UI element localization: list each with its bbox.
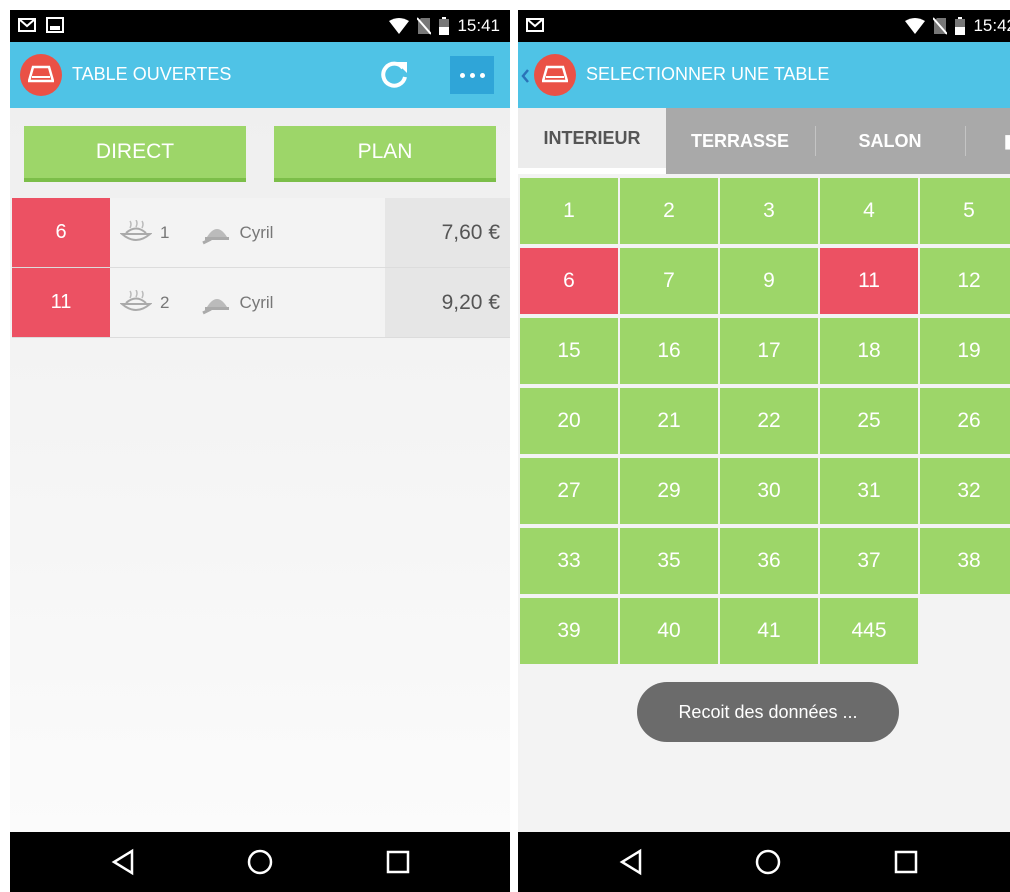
order-row[interactable]: 11 2 Cyril 9,20 € bbox=[12, 268, 510, 338]
table-cell[interactable]: 4 bbox=[820, 178, 918, 244]
table-cell[interactable]: 32 bbox=[920, 458, 1010, 524]
tab-divider bbox=[965, 126, 966, 156]
table-cell[interactable]: 31 bbox=[820, 458, 918, 524]
table-cell[interactable]: 26 bbox=[920, 388, 1010, 454]
order-row[interactable]: 6 1 Cyril 7,60 € bbox=[12, 198, 510, 268]
status-bar: 15:42 bbox=[518, 10, 1010, 42]
table-cell[interactable]: 18 bbox=[820, 318, 918, 384]
table-cell[interactable]: 29 bbox=[620, 458, 718, 524]
no-sim-icon bbox=[933, 17, 948, 35]
open-tables-content: DIRECT PLAN 6 1 Cyril 7,60 € 11 2 Cyril … bbox=[10, 108, 510, 832]
cloche-icon bbox=[202, 298, 230, 314]
refresh-button[interactable] bbox=[377, 58, 411, 92]
phone-screen-select-table: 15:42 SELECTIONNER UNE TABLE INTERIEUR T… bbox=[518, 10, 1010, 892]
page-title: SELECTIONNER UNE TABLE bbox=[586, 64, 830, 84]
table-cell[interactable]: 35 bbox=[620, 528, 718, 594]
table-cell[interactable]: 39 bbox=[520, 598, 618, 664]
status-time: 15:42 bbox=[973, 16, 1010, 35]
home-nav-icon[interactable] bbox=[752, 846, 784, 878]
order-table-number: 11 bbox=[12, 268, 110, 337]
order-waiter: Cyril bbox=[239, 222, 274, 242]
order-price: 9,20 € bbox=[385, 268, 510, 337]
image-icon bbox=[46, 17, 64, 33]
page-title: TABLE OUVERTES bbox=[72, 64, 232, 84]
system-nav-bar bbox=[518, 832, 1010, 892]
more-dots-icon[interactable] bbox=[450, 56, 494, 94]
order-details: 1 Cyril bbox=[110, 198, 385, 267]
tab-more-partial[interactable]: ▮ bbox=[1004, 108, 1010, 174]
wifi-icon bbox=[389, 18, 410, 34]
battery-icon bbox=[955, 17, 966, 35]
battery-icon bbox=[439, 17, 450, 35]
no-sim-icon bbox=[417, 17, 432, 35]
wifi-icon bbox=[905, 18, 926, 34]
table-cell[interactable]: 12 bbox=[920, 248, 1010, 314]
tab-salon[interactable]: SALON bbox=[816, 108, 964, 174]
open-orders-list: 6 1 Cyril 7,60 € 11 2 Cyril 9,20 € bbox=[12, 198, 510, 338]
status-bar: 15:41 bbox=[10, 10, 510, 42]
tablet-logo-icon[interactable] bbox=[534, 54, 576, 96]
table-cell[interactable]: 17 bbox=[720, 318, 818, 384]
table-cell[interactable]: 6 bbox=[520, 248, 618, 314]
tab-interieur[interactable]: INTERIEUR bbox=[518, 108, 666, 174]
table-cell[interactable]: 15 bbox=[520, 318, 618, 384]
table-cell[interactable]: 21 bbox=[620, 388, 718, 454]
order-covers: 1 bbox=[160, 222, 170, 242]
direct-button[interactable]: DIRECT bbox=[24, 126, 246, 182]
recents-nav-icon[interactable] bbox=[890, 846, 922, 878]
table-cell[interactable]: 20 bbox=[520, 388, 618, 454]
table-cell[interactable]: 33 bbox=[520, 528, 618, 594]
order-table-number: 6 bbox=[12, 198, 110, 267]
gmail-icon bbox=[18, 18, 36, 32]
tab-terrasse[interactable]: TERRASSE bbox=[666, 108, 814, 174]
table-cell[interactable]: 30 bbox=[720, 458, 818, 524]
table-grid: 1 2 3 4 5 6 7 9 11 12 15 16 17 18 19 20 21 22 25 26 27 29 30 31… bbox=[518, 174, 1010, 832]
table-cell[interactable]: 38 bbox=[920, 528, 1010, 594]
table-cell[interactable]: 11 bbox=[820, 248, 918, 314]
table-cell[interactable]: 2 bbox=[620, 178, 718, 244]
plate-icon bbox=[120, 219, 152, 241]
home-nav-icon[interactable] bbox=[244, 846, 276, 878]
table-cell[interactable]: 19 bbox=[920, 318, 1010, 384]
app-bar: SELECTIONNER UNE TABLE bbox=[518, 42, 1010, 108]
system-nav-bar bbox=[10, 832, 510, 892]
gmail-icon bbox=[526, 18, 544, 32]
table-cell[interactable]: 1 bbox=[520, 178, 618, 244]
table-cell[interactable]: 22 bbox=[720, 388, 818, 454]
table-cell[interactable]: 16 bbox=[620, 318, 718, 384]
cloche-icon bbox=[202, 228, 230, 244]
plan-button[interactable]: PLAN bbox=[274, 126, 496, 182]
back-nav-icon[interactable] bbox=[616, 846, 648, 878]
order-covers: 2 bbox=[160, 292, 170, 312]
table-cell[interactable]: 445 bbox=[820, 598, 918, 664]
status-time: 15:41 bbox=[457, 16, 500, 35]
back-chevron-icon[interactable] bbox=[520, 68, 530, 84]
table-cell[interactable]: 25 bbox=[820, 388, 918, 454]
table-cell[interactable]: 7 bbox=[620, 248, 718, 314]
refresh-icon bbox=[381, 61, 407, 88]
table-cell[interactable]: 5 bbox=[920, 178, 1010, 244]
table-cell[interactable]: 27 bbox=[520, 458, 618, 524]
table-cell[interactable]: 9 bbox=[720, 248, 818, 314]
app-bar: TABLE OUVERTES bbox=[10, 42, 510, 108]
order-details: 2 Cyril bbox=[110, 268, 385, 337]
table-cell[interactable]: 3 bbox=[720, 178, 818, 244]
table-cell[interactable]: 40 bbox=[620, 598, 718, 664]
plate-icon bbox=[120, 289, 152, 311]
area-tabs: INTERIEUR TERRASSE SALON ▮ bbox=[518, 108, 1010, 174]
tablet-logo-icon[interactable] bbox=[20, 54, 62, 96]
table-cell[interactable]: 41 bbox=[720, 598, 818, 664]
order-waiter: Cyril bbox=[239, 292, 274, 312]
recents-nav-icon[interactable] bbox=[382, 846, 414, 878]
table-cell[interactable]: 37 bbox=[820, 528, 918, 594]
back-nav-icon[interactable] bbox=[108, 846, 140, 878]
table-cell[interactable]: 36 bbox=[720, 528, 818, 594]
loading-toast: Recoit des données ... bbox=[637, 682, 899, 742]
order-price: 7,60 € bbox=[385, 198, 510, 267]
phone-screen-open-tables: 15:41 TABLE OUVERTES DIRECT PLAN 6 1 Cyr… bbox=[10, 10, 510, 892]
